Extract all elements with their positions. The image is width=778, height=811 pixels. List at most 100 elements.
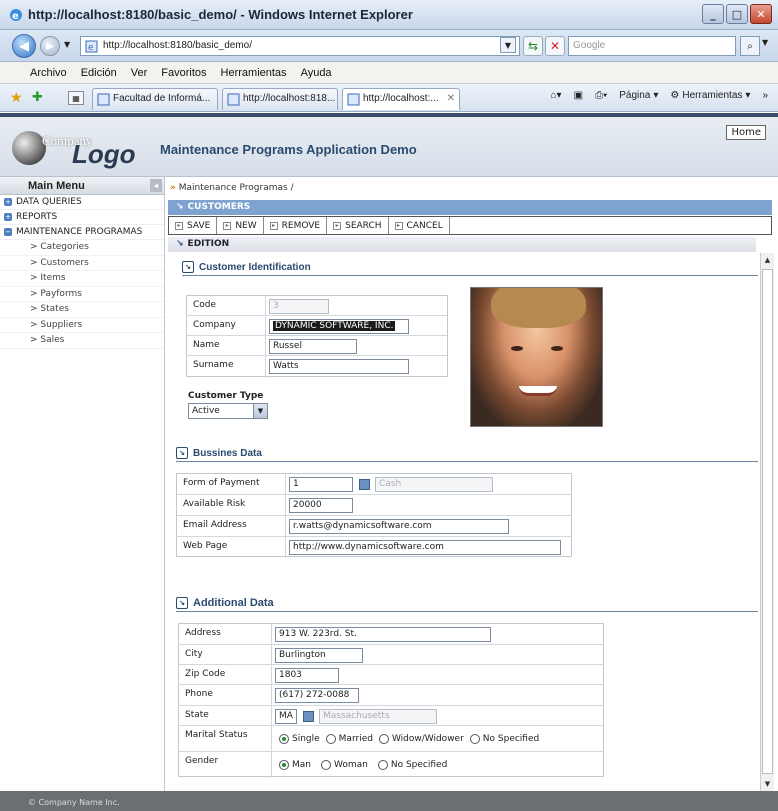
marital-widow-radio[interactable]: Widow/Widower — [378, 734, 464, 744]
url-field[interactable]: e http://localhost:8180/basic_demo/ — [80, 36, 520, 56]
quick-tabs-icon[interactable]: ▦ — [68, 91, 84, 105]
web-label: Web Page — [183, 541, 228, 551]
tab-localhost-2[interactable]: http://localhost:... ✕ — [342, 88, 460, 110]
sidebar-item-categories[interactable]: > Categories — [0, 240, 164, 256]
radio-dot — [469, 734, 480, 744]
stop-icon[interactable]: ✕ — [545, 36, 565, 56]
search-dropdown-icon[interactable]: ▼ — [762, 38, 768, 47]
risk-field[interactable]: 20000 — [289, 498, 353, 513]
feeds-icon[interactable]: ▣ — [574, 90, 583, 101]
page-menu[interactable]: Página ▾ — [619, 90, 658, 101]
sidebar-item-payforms[interactable]: > Payforms — [0, 287, 164, 302]
divider — [182, 275, 758, 276]
sidebar-item-maintenance[interactable]: − MAINTENANCE PROGRAMAS — [0, 225, 164, 240]
marital-single-radio[interactable]: Single — [279, 734, 320, 744]
remove-button[interactable]: ▸ REMOVE — [264, 217, 328, 234]
search-button[interactable]: ▸ SEARCH — [327, 217, 389, 234]
payment-code-field[interactable]: 1 — [289, 477, 353, 492]
code-field[interactable]: 3 — [269, 299, 329, 314]
maximize-button[interactable]: □ — [726, 4, 748, 24]
photo-hair — [491, 288, 586, 328]
url-text: http://localhost:8180/basic_demo/ — [103, 40, 252, 51]
scroll-thumb[interactable] — [762, 269, 773, 774]
radio-label: No Specified — [482, 734, 540, 744]
sidebar-item-suppliers[interactable]: > Suppliers — [0, 318, 164, 333]
customer-type-select[interactable]: Active ▼ — [188, 403, 268, 419]
home-button[interactable]: Home — [726, 125, 766, 140]
lookup-icon[interactable] — [303, 711, 314, 722]
remove-label: REMOVE — [281, 220, 321, 231]
add-favorite-icon[interactable]: ✚ — [32, 90, 43, 105]
company-field[interactable]: DYNAMIC SOFTWARE, INC. — [269, 319, 409, 334]
menu-edicion[interactable]: Edición — [81, 67, 117, 79]
search-input[interactable]: Google — [568, 36, 736, 56]
phone-field[interactable]: (617) 272-0088 — [275, 688, 359, 703]
address-field[interactable]: 913 W. 223rd. St. — [275, 627, 491, 642]
forward-button[interactable]: ▶ — [40, 36, 60, 56]
back-button[interactable]: ◀ — [12, 34, 36, 58]
customers-section-bar: ↘ CUSTOMERS — [168, 200, 772, 215]
close-button[interactable]: ✕ — [750, 4, 772, 24]
chevron-right-icon[interactable]: » — [762, 90, 768, 101]
tab-close-icon[interactable]: ✕ — [447, 93, 455, 104]
zip-field[interactable]: 1803 — [275, 668, 339, 683]
sidebar-item-data-queries[interactable]: + DATA QUERIES — [0, 195, 164, 210]
company-logo: Company Logo — [12, 127, 152, 169]
gender-man-radio[interactable]: Man — [279, 760, 311, 770]
form-row-web: Web Page http://www.dynamicsoftware.com — [177, 537, 571, 557]
menu-ayuda[interactable]: Ayuda — [301, 67, 332, 79]
tab-facultad[interactable]: Facultad de Informá... — [92, 88, 218, 110]
favorites-star-icon[interactable]: ★ — [10, 90, 23, 106]
url-dropdown-icon[interactable]: ▼ — [500, 37, 516, 53]
cancel-button[interactable]: ▸ CANCEL — [389, 217, 450, 234]
menu-ver[interactable]: Ver — [131, 67, 148, 79]
sidebar-item-reports[interactable]: + REPORTS — [0, 210, 164, 225]
form-row-address: Address 913 W. 223rd. St. — [179, 624, 603, 645]
print-icon[interactable]: ⎙▾ — [595, 90, 607, 101]
name-field[interactable]: Russel — [269, 339, 357, 354]
gender-woman-radio[interactable]: Woman — [320, 760, 368, 770]
section-title: CUSTOMERS — [187, 202, 251, 212]
arrow-icon: ▸ — [175, 221, 183, 230]
state-code-field[interactable]: MA — [275, 709, 297, 724]
form-row-risk: Available Risk 20000 — [177, 495, 571, 516]
sidebar-item-sales[interactable]: > Sales — [0, 333, 164, 349]
collapse-icon[interactable]: ◂ — [150, 179, 162, 192]
sidebar-item-customers[interactable]: > Customers — [0, 256, 164, 271]
gender-unspecified-radio[interactable]: No Specified — [377, 760, 447, 770]
lookup-icon[interactable] — [359, 479, 370, 490]
payment-label: Form of Payment — [183, 478, 260, 488]
form-row-company: Company DYNAMIC SOFTWARE, INC. — [187, 316, 447, 336]
photo-eye — [551, 346, 563, 351]
new-button[interactable]: ▸ NEW — [217, 217, 264, 234]
home-icon[interactable]: ⌂▾ — [551, 90, 562, 101]
breadcrumb-text[interactable]: Maintenance Programas / — [179, 183, 294, 193]
tab-localhost-1[interactable]: http://localhost:818... — [222, 88, 338, 110]
radio-dot — [378, 734, 389, 744]
scroll-down-icon[interactable]: ▼ — [761, 777, 774, 791]
form-row-code: Code 3 — [187, 296, 447, 316]
minimize-button[interactable]: _ — [702, 4, 724, 24]
search-label: SEARCH — [345, 220, 382, 231]
menu-archivo[interactable]: Archivo — [30, 67, 67, 79]
marital-married-radio[interactable]: Married — [325, 734, 373, 744]
tools-menu[interactable]: ⚙ Herramientas ▾ — [670, 90, 750, 101]
scroll-up-icon[interactable]: ▲ — [761, 253, 774, 267]
marital-unspecified-radio[interactable]: No Specified — [469, 734, 540, 744]
section-marker-icon: ↘ — [176, 202, 184, 212]
refresh-icon[interactable]: ⇆ — [523, 36, 543, 56]
customer-photo — [470, 287, 603, 427]
form-scrollbar[interactable]: ▲ ▼ — [760, 253, 774, 791]
menu-favoritos[interactable]: Favoritos — [161, 67, 206, 79]
sidebar-item-items[interactable]: > Items — [0, 271, 164, 287]
email-field[interactable]: r.watts@dynamicsoftware.com — [289, 519, 509, 534]
history-dropdown-icon[interactable]: ▼ — [64, 40, 70, 49]
surname-field[interactable]: Watts — [269, 359, 409, 374]
city-field[interactable]: Burlington — [275, 648, 363, 663]
sidebar-item-states[interactable]: > States — [0, 302, 164, 318]
menu-herramientas[interactable]: Herramientas — [221, 67, 287, 79]
save-button[interactable]: ▸ SAVE — [169, 217, 218, 234]
tab-label: http://localhost:... — [363, 93, 439, 104]
search-icon[interactable]: ⌕ — [740, 36, 760, 56]
web-field[interactable]: http://www.dynamicsoftware.com — [289, 540, 561, 555]
